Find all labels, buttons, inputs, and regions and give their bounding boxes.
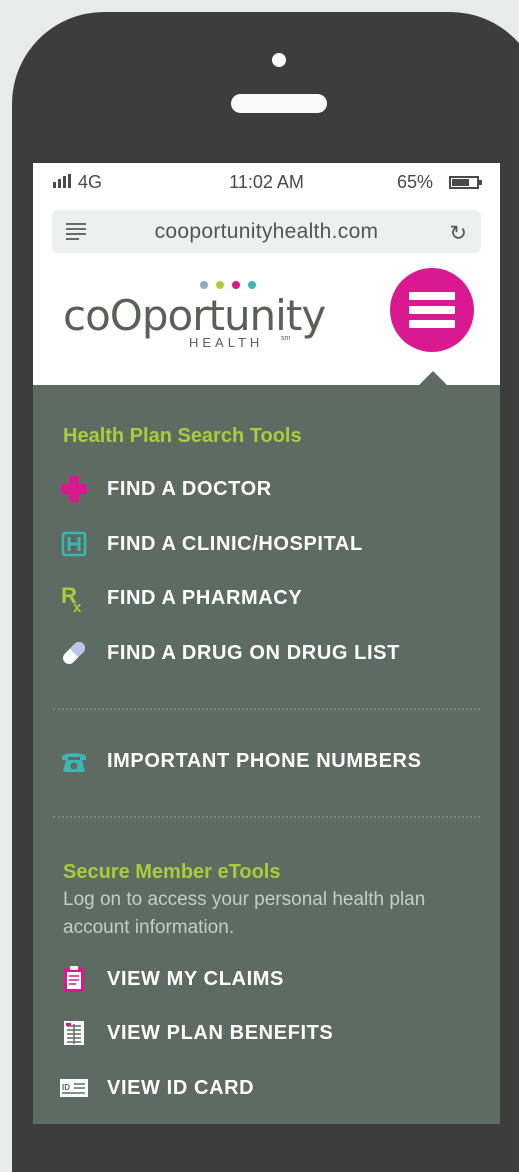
menu-item-view-claims[interactable]: VIEW MY CLAIMS (59, 961, 479, 997)
site-logo[interactable]: coOportunity HEALTH sm (63, 273, 326, 353)
menu-item-label: FIND A PHARMACY (107, 586, 303, 609)
menu-item-label: VIEW MY CLAIMS (107, 967, 284, 990)
url-text[interactable]: cooportunityhealth.com (52, 220, 481, 244)
menu-item-label: FIND A DRUG ON DRUG LIST (107, 641, 400, 664)
menu-item-label: VIEW ID CARD (107, 1076, 255, 1099)
phone-screen: 4G 11:02 AM 65% cooportunityhealth.com ↻… (33, 163, 500, 1124)
menu-item-find-drug[interactable]: FIND A DRUG ON DRUG LIST (59, 635, 479, 671)
battery-icon (449, 176, 482, 189)
menu-divider (53, 708, 480, 710)
menu-item-label: FIND A CLINIC/HOSPITAL (107, 532, 363, 555)
phone-icon (59, 746, 89, 776)
status-bar: 4G 11:02 AM 65% (33, 163, 500, 203)
menu-pointer (419, 371, 447, 385)
clipboard-icon (59, 964, 89, 994)
svg-text:x: x (73, 599, 82, 613)
address-bar[interactable]: cooportunityhealth.com ↻ (52, 210, 481, 253)
logo-service-mark: sm (281, 335, 291, 342)
camera-dot (272, 53, 286, 67)
benefits-doc-icon (59, 1018, 89, 1048)
id-card-icon: ID (59, 1073, 89, 1103)
battery-percent: 65% (397, 172, 434, 192)
pill-icon (59, 638, 89, 668)
navigation-menu: Health Plan Search Tools FIND A DOCTOR F… (33, 385, 500, 1124)
member-tools-heading: Secure Member eTools (63, 861, 281, 883)
logo-health: HEALTH (189, 335, 264, 350)
hospital-icon (59, 529, 89, 559)
menu-item-find-clinic[interactable]: FIND A CLINIC/HOSPITAL (59, 526, 479, 562)
menu-item-id-card[interactable]: ID VIEW ID CARD (59, 1070, 479, 1106)
menu-item-plan-benefits[interactable]: VIEW PLAN BENEFITS (59, 1015, 479, 1051)
menu-item-label: IMPORTANT PHONE NUMBERS (107, 749, 422, 772)
logo-dots (200, 281, 256, 289)
hamburger-icon (409, 292, 455, 300)
medical-cross-icon (59, 474, 89, 504)
menu-divider (53, 816, 480, 818)
rx-icon: Rx (59, 583, 89, 613)
member-tools-description: Log on to access your personal health pl… (63, 889, 426, 938)
reload-icon[interactable]: ↻ (449, 221, 467, 246)
logo-wordmark: coOportunity (63, 291, 326, 340)
search-tools-heading: Health Plan Search Tools (63, 425, 302, 447)
menu-item-label: FIND A DOCTOR (107, 477, 272, 500)
speaker-grille (231, 94, 327, 113)
menu-item-phone-numbers[interactable]: IMPORTANT PHONE NUMBERS (59, 743, 479, 779)
menu-item-find-pharmacy[interactable]: Rx FIND A PHARMACY (59, 580, 479, 616)
hamburger-menu-button[interactable] (390, 268, 474, 352)
svg-text:ID: ID (62, 1083, 70, 1092)
menu-item-label: VIEW PLAN BENEFITS (107, 1021, 334, 1044)
menu-item-find-doctor[interactable]: FIND A DOCTOR (59, 471, 479, 507)
